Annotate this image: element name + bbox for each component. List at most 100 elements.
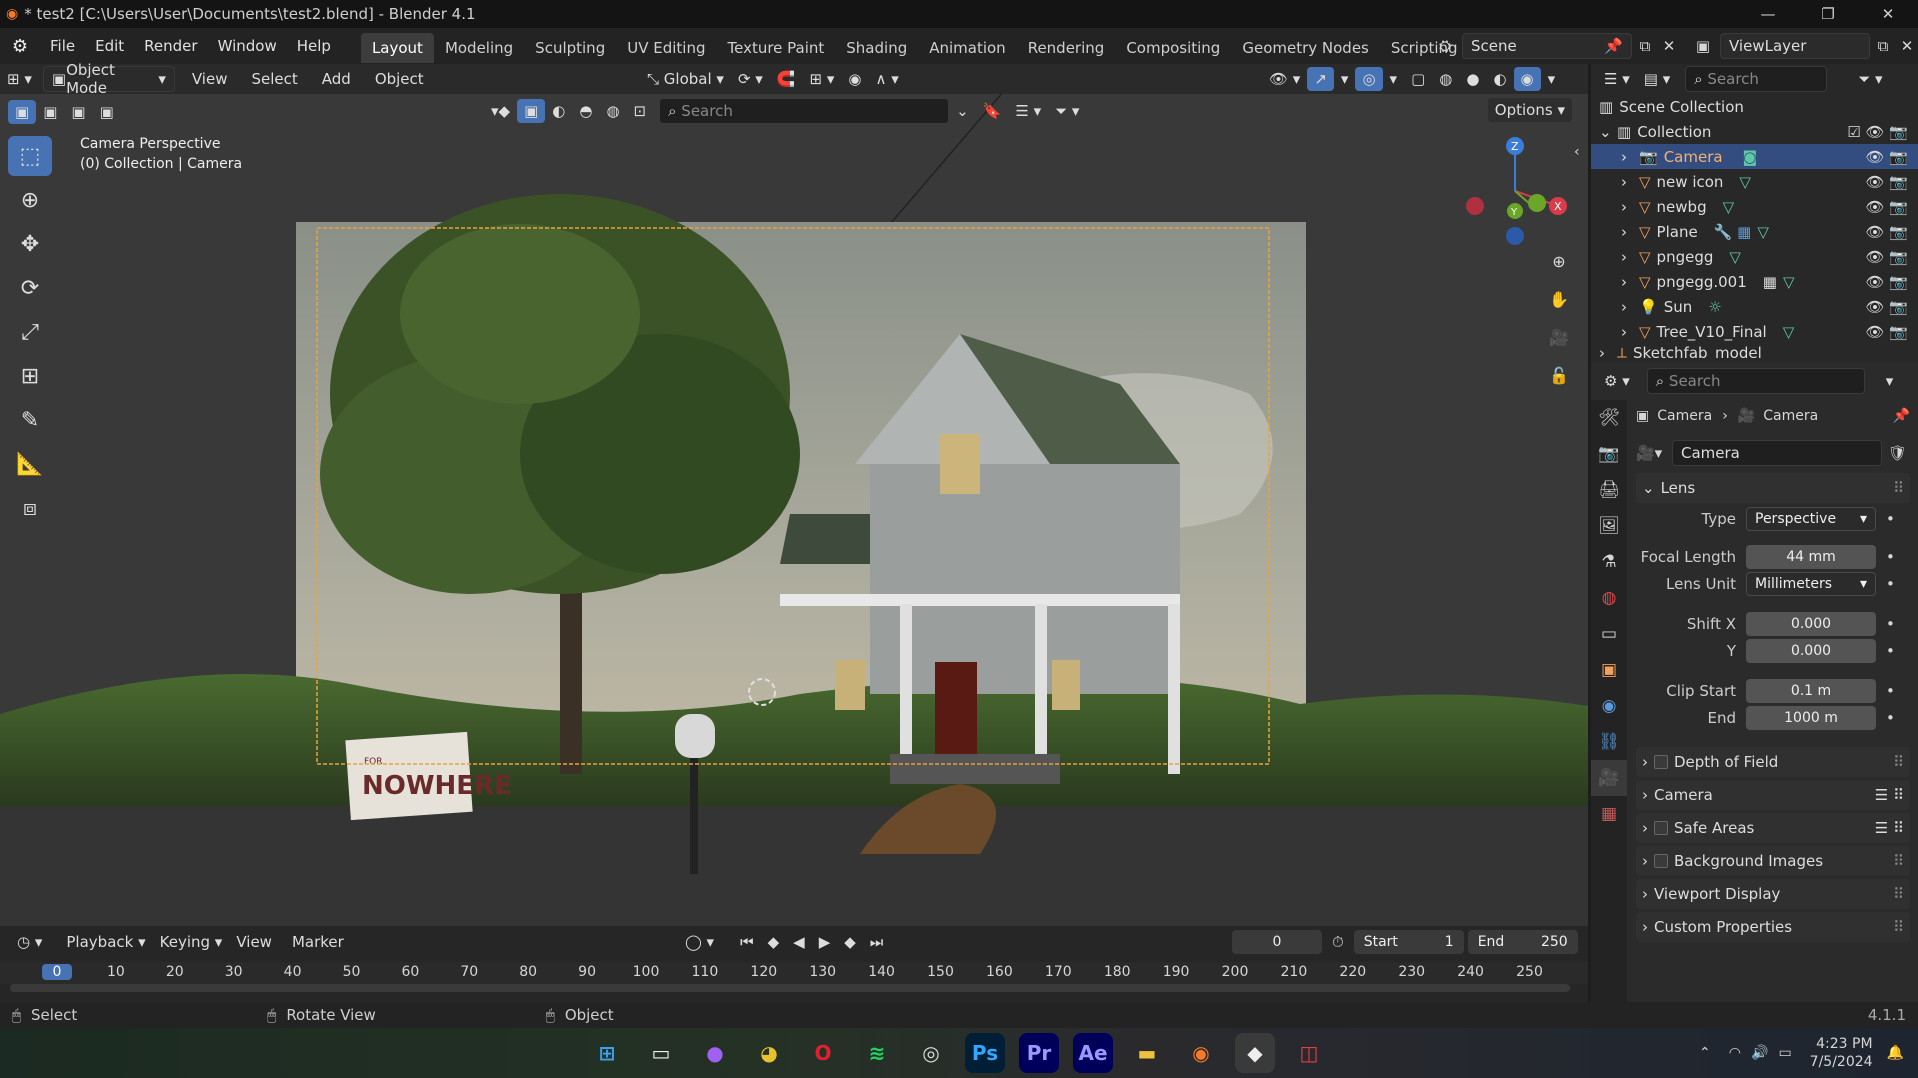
outliner-item-pngegg[interactable]: › ▽ pngegg ▽ 👁 📷 [1591,244,1918,269]
lens-unit-select[interactable]: Millimeters ▾ [1746,572,1876,596]
collection-visibility[interactable]: ☑ 👁 📷 [1847,123,1908,141]
view-layer-selector[interactable]: ViewLayer [1720,33,1870,59]
background-images-checkbox[interactable] [1654,854,1668,868]
drag-handle-icon[interactable]: ⠿ [1893,479,1904,497]
data-block-selector[interactable]: 🎥▾ Camera 🛡 [1636,436,1910,470]
lock-icon[interactable]: 🔓 [1542,358,1576,392]
obs-icon[interactable]: ◎ [911,1033,951,1073]
menu-window[interactable]: Window [208,28,287,64]
outliner-search-input[interactable]: ⌕ Search [1685,66,1828,92]
visibility-icons[interactable]: 👁 📷 [1866,148,1909,166]
blender-menu-icon[interactable]: ⚙ [0,36,40,57]
frame-ruler[interactable]: 0 10 20 30 40 50 60 70 80 90 100 110 120 130 140 150 160… [0,962,1588,984]
display-mode-icon[interactable]: ▤ ▾ [1637,67,1677,91]
close-icon[interactable]: ✕ [1858,0,1918,28]
measure-tool-icon[interactable]: 📐 [8,444,52,484]
falloff-icon[interactable]: ∧ ▾ [869,67,906,91]
safe-areas-panel[interactable]: › Safe Areas ☰ ⠿ [1636,813,1910,843]
tab-animation[interactable]: Animation [918,33,1016,63]
volume-icon[interactable]: 🔊 [1751,1045,1768,1061]
properties-options-icon[interactable]: ▾ [1879,369,1901,393]
jump-keyframe-forward-icon[interactable]: ◆ [837,930,863,954]
camera-data-tab-icon[interactable]: 🎥 [1591,760,1627,796]
outliner-item-newbg[interactable]: › ▽ newbg ▽ 👁 📷 [1591,194,1918,219]
pin-icon[interactable]: 📌 [1604,37,1623,55]
rotate-tool-icon[interactable]: ⟳ [8,268,52,308]
jump-end-icon[interactable]: ⏭ [863,930,891,954]
timeline-scrollbar[interactable] [10,984,1570,992]
outliner-item-pngegg-001[interactable]: › ▽ pngegg.001 ▦ ▽ 👁 📷 [1591,269,1918,294]
new-view-layer-icon[interactable]: ⧉ [1870,37,1896,55]
shift-y-field[interactable]: 0.000 [1746,639,1876,663]
menu-keying[interactable]: Keying ▾ [153,930,230,954]
keyframe-dot-icon[interactable]: • [1886,642,1895,660]
editor-type-icon[interactable]: ⊞ ▾ [0,67,39,91]
3d-viewport[interactable]: FOR NOWHERE Camera Perspective (0) Colle… [0,94,1588,926]
tab-texture-paint[interactable]: Texture Paint [716,33,835,63]
camera-filter-icon[interactable]: ◍ [599,99,626,123]
safe-areas-checkbox[interactable] [1654,821,1668,835]
tray-chevron-icon[interactable]: ⌃ [1699,1045,1711,1061]
bookmark-icon[interactable]: 🔖 [976,99,1009,123]
properties-search-input[interactable]: ⌕ Search [1646,368,1865,394]
light-filter-icon[interactable]: ◓ [572,99,599,123]
menu-marker[interactable]: Marker [285,930,351,954]
cursor-tool-icon[interactable]: ⊕ [8,180,52,220]
visibility-icons[interactable]: 👁 📷 [1866,198,1909,216]
sort-icon[interactable]: ☰ ▾ [1008,99,1048,123]
tab-compositing[interactable]: Compositing [1115,33,1231,63]
visibility-icons[interactable]: 👁 📷 [1866,248,1909,266]
render-tab-icon[interactable]: 📷 [1591,436,1627,472]
windows-start-icon[interactable]: ⊞ [587,1033,627,1073]
solid-shading-icon[interactable]: ● [1459,67,1486,91]
scene-collection-row[interactable]: ▥ Scene Collection [1591,94,1918,119]
tab-uv-editing[interactable]: UV Editing [616,33,716,63]
notification-bell-icon[interactable]: 🔔 [1887,1045,1904,1061]
view-layer-tab-icon[interactable]: 🖼 [1591,508,1627,544]
menu-select[interactable]: Select [244,67,304,91]
tab-sculpting[interactable]: Sculpting [524,33,616,63]
file-explorer-icon[interactable]: ▬ [1127,1033,1167,1073]
pin-icon[interactable]: 📌 [1893,408,1910,424]
collapse-icon[interactable]: ⌄ [949,99,976,123]
object-type-icon[interactable]: ▣ [517,99,546,123]
mode-selector[interactable]: ▣ Object Mode ▾ [42,61,175,97]
move-tool-icon[interactable]: ✥ [8,224,52,264]
clip-start-field[interactable]: 0.1 m [1746,679,1876,703]
widgets-icon[interactable]: ▭ [641,1033,681,1073]
drag-handle-icon[interactable]: ⠿ [1893,852,1904,870]
scene-selector[interactable]: Scene 📌 [1462,33,1632,59]
premiere-icon[interactable]: Pr [1019,1033,1059,1073]
select-intersect-icon[interactable]: ▣ [93,100,121,124]
delete-scene-icon[interactable]: ✕ [1658,37,1680,55]
outliner-filter-icon[interactable]: ⏷ ▾ [1851,67,1889,91]
filter-dropdown-icon[interactable]: ▾◆ [484,99,517,123]
menu-timeline-view[interactable]: View [229,930,279,954]
fake-user-icon[interactable]: 🛡 [1888,444,1907,462]
navigation-gizmo[interactable]: Z X Y [1460,136,1570,246]
pivot-icon[interactable]: ⟳ ▾ [731,67,770,91]
keyframe-dot-icon[interactable]: • [1886,615,1895,633]
keyframe-dot-icon[interactable]: • [1886,682,1895,700]
keyframe-dot-icon[interactable]: • [1886,510,1895,528]
after-effects-icon[interactable]: Ae [1073,1033,1113,1073]
keyframe-dot-icon[interactable]: • [1886,575,1895,593]
roblox-studio-icon[interactable]: ◫ [1289,1033,1329,1073]
visibility-icon[interactable]: 👁 ▾ [1262,67,1307,91]
battery-icon[interactable]: ▭ [1778,1045,1791,1061]
gizmo-toggle-icon[interactable]: ↗ [1307,67,1334,91]
constraints-tab-icon[interactable]: ⛓ [1591,724,1627,760]
menu-object[interactable]: Object [368,67,431,91]
transform-tool-icon[interactable]: ⊞ [8,356,52,396]
new-scene-icon[interactable]: ⧉ [1632,37,1658,55]
camera-view-icon[interactable]: 🎥 [1542,320,1576,354]
scene-icon[interactable]: ⛭ [1428,37,1462,55]
drag-handle-icon[interactable]: ⠿ [1893,918,1904,936]
clock[interactable]: 4:23 PM 7/5/2024 [1810,1035,1873,1071]
shading-dropdown-icon[interactable]: ▾ [1541,67,1563,91]
tool-tab-icon[interactable]: 🛠 [1591,400,1627,436]
tab-layout[interactable]: Layout [360,32,434,63]
scene-tab-icon[interactable]: ⚗ [1591,544,1627,580]
auto-keying-icon[interactable]: ◯ ▾ [678,930,721,954]
depth-of-field-panel[interactable]: › Depth of Field ⠿ [1636,747,1910,777]
